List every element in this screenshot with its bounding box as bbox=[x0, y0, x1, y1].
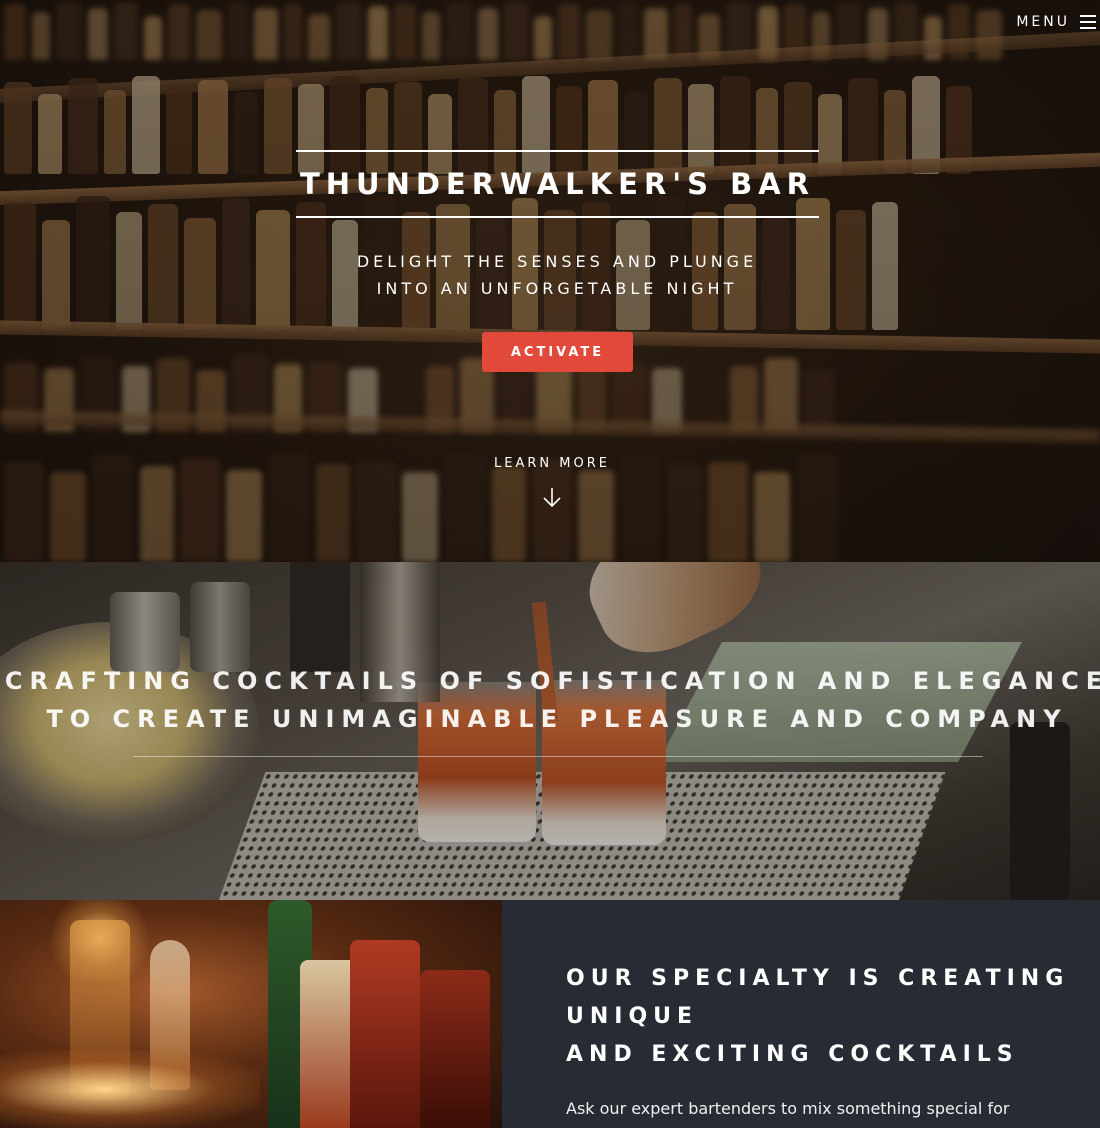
specialty-heading: OUR SPECIALTY IS CREATING UNIQUE AND EXC… bbox=[566, 960, 1076, 1074]
crafting-section: CRAFTING COCKTAILS OF SOFISTICATION AND … bbox=[0, 562, 1100, 900]
menu-label: MENU bbox=[1016, 14, 1070, 30]
learn-more-label: LEARN MORE bbox=[494, 456, 610, 471]
specialty-image bbox=[0, 900, 502, 1128]
crafting-heading-line-1: CRAFTING COCKTAILS OF SOFISTICATION AND … bbox=[4, 667, 1100, 695]
specialty-heading-line-3: AND EXCITING COCKTAILS bbox=[566, 1042, 1019, 1067]
hero-subtitle: DELIGHT THE SENSES AND PLUNGE INTO AN UN… bbox=[0, 248, 1100, 302]
specialty-heading-line-2: UNIQUE bbox=[566, 1004, 699, 1029]
specialty-body: Ask our expert bartenders to mix somethi… bbox=[566, 1099, 1010, 1118]
site-title-frame: THUNDERWALKER'S BAR bbox=[296, 150, 819, 218]
hamburger-icon bbox=[1080, 15, 1096, 29]
learn-more-link[interactable]: LEARN MORE bbox=[452, 456, 652, 509]
crafting-heading: CRAFTING COCKTAILS OF SOFISTICATION AND … bbox=[0, 662, 1100, 738]
specialty-heading-line-1: OUR SPECIALTY IS CREATING bbox=[566, 966, 1070, 991]
activate-button[interactable]: ACTIVATE bbox=[482, 332, 633, 372]
hero-subtitle-line-2: INTO AN UNFORGETABLE NIGHT bbox=[376, 279, 738, 298]
specialty-panel: OUR SPECIALTY IS CREATING UNIQUE AND EXC… bbox=[502, 900, 1100, 1128]
arrow-down-icon bbox=[543, 488, 561, 508]
menu-button[interactable]: MENU bbox=[1016, 14, 1096, 30]
crafting-divider bbox=[133, 756, 983, 757]
site-title: THUNDERWALKER'S BAR bbox=[299, 167, 816, 201]
hero-section: MENU THUNDERWALKER'S BAR DELIGHT THE SEN… bbox=[0, 0, 1100, 562]
crafting-heading-line-2: TO CREATE UNIMAGINABLE PLEASURE AND COMP… bbox=[46, 705, 1068, 733]
hero-subtitle-line-1: DELIGHT THE SENSES AND PLUNGE bbox=[356, 252, 758, 271]
